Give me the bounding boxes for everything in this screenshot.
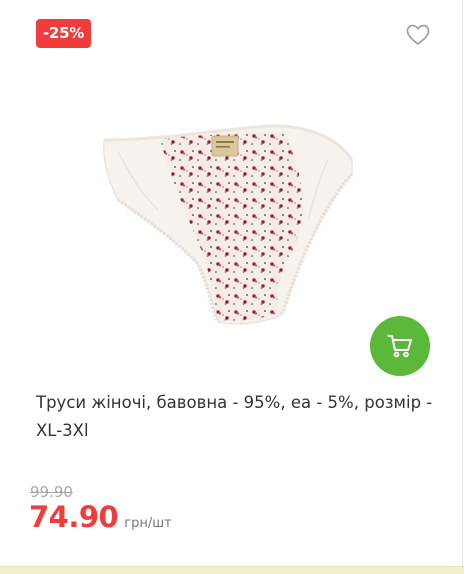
favorite-button[interactable] — [406, 24, 430, 46]
discount-badge: -25% — [36, 19, 91, 48]
product-title[interactable]: Труси жіночі, бавовна - 95%, еа - 5%, ро… — [36, 389, 436, 445]
add-to-cart-button[interactable] — [370, 316, 430, 376]
price-row: 74.90 грн/шт — [29, 500, 172, 534]
product-image[interactable] — [88, 100, 368, 340]
old-price: 99.90 — [30, 483, 73, 501]
price-unit: грн/шт — [124, 516, 172, 531]
bottom-strip — [0, 566, 464, 574]
current-price: 74.90 — [29, 500, 119, 534]
heart-outline-icon — [406, 24, 430, 45]
product-card: -25% Труси жіночі, бавовна - 95%, еа - 5… — [0, 0, 463, 566]
shopping-cart-icon — [387, 335, 412, 358]
